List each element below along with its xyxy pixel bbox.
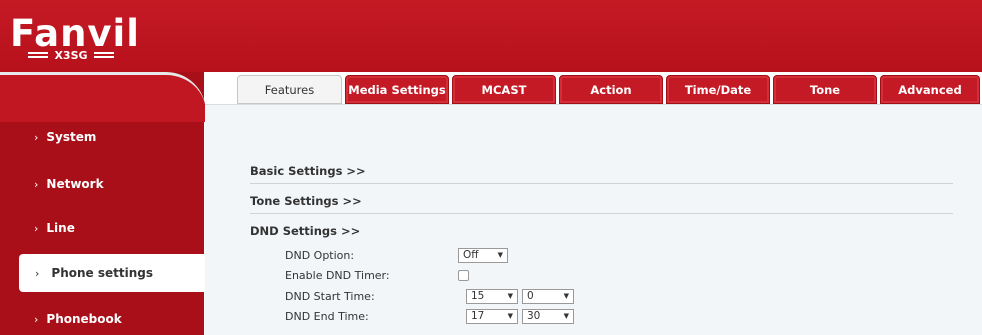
dnd-end-minute-value: 30	[527, 310, 541, 322]
dropdown-arrow-icon: ▼	[563, 312, 569, 320]
dnd-start-hour-value: 15	[471, 290, 485, 302]
chevron-right-icon: ›	[34, 221, 39, 235]
chevron-right-icon: ›	[34, 312, 39, 326]
sidebar-item-network[interactable]: › Network	[0, 165, 204, 203]
dnd-end-row: DND End Time: 17 ▼ 30 ▼	[285, 307, 885, 325]
fanvil-logo: Fanvil X3SG	[10, 14, 139, 64]
dnd-option-row: DND Option: Off ▼	[285, 246, 885, 264]
model-label: X3SG	[54, 48, 88, 62]
dropdown-arrow-icon: ▼	[507, 312, 513, 320]
sidebar-item-phonebook[interactable]: › Phonebook	[0, 300, 204, 335]
tab-bar: Features Media Settings MCAST Action Tim…	[237, 75, 982, 104]
basic-settings-header[interactable]: Basic Settings >>	[250, 158, 953, 184]
chevron-right-icon: ›	[34, 177, 39, 191]
chevron-right-icon: ›	[35, 266, 40, 280]
dnd-start-hour-select[interactable]: 15 ▼	[466, 288, 518, 304]
tab-action[interactable]: Action	[559, 75, 663, 104]
dnd-option-label: DND Option:	[285, 248, 355, 262]
sidebar-item-phone-settings[interactable]: › Phone settings	[19, 254, 204, 292]
sidebar-item-label: Phone settings	[51, 266, 153, 280]
tab-media-settings[interactable]: Media Settings	[345, 75, 449, 104]
dnd-option-value: Off	[463, 249, 479, 261]
dropdown-arrow-icon: ▼	[563, 292, 569, 300]
sidebar-item-label: Network	[46, 177, 104, 191]
dnd-timer-row: Enable DND Timer:	[285, 266, 885, 284]
dnd-end-minute-select[interactable]: 30 ▼	[522, 308, 574, 324]
dnd-timer-label: Enable DND Timer:	[285, 268, 390, 282]
dnd-end-hour-value: 17	[471, 310, 485, 322]
tab-advanced[interactable]: Advanced	[880, 75, 980, 104]
dnd-start-row: DND Start Time: 15 ▼ 0 ▼	[285, 287, 885, 305]
sidebar-item-system[interactable]: › System	[0, 118, 204, 156]
chevron-right-icon: ›	[34, 130, 39, 144]
dnd-start-label: DND Start Time:	[285, 289, 375, 303]
tab-tone[interactable]: Tone	[773, 75, 877, 104]
header-bar: Fanvil X3SG	[0, 0, 982, 72]
sidebar-header	[0, 72, 206, 122]
logo-model: X3SG	[10, 48, 132, 62]
tone-settings-header[interactable]: Tone Settings >>	[250, 188, 953, 214]
dnd-end-hour-select[interactable]: 17 ▼	[466, 308, 518, 324]
sidebar-item-label: Line	[46, 221, 75, 235]
dropdown-arrow-icon: ▼	[507, 292, 513, 300]
main-content: Basic Settings >> Tone Settings >> DND S…	[205, 104, 982, 335]
sidebar-item-label: System	[46, 130, 97, 144]
tab-mcast[interactable]: MCAST	[452, 75, 556, 104]
dropdown-arrow-icon: ▼	[497, 251, 503, 259]
dnd-timer-checkbox[interactable]	[458, 269, 469, 281]
dnd-start-minute-select[interactable]: 0 ▼	[522, 288, 574, 304]
dnd-end-label: DND End Time:	[285, 309, 369, 323]
sidebar-item-line[interactable]: › Line	[0, 209, 204, 247]
dnd-settings-header[interactable]: DND Settings >>	[250, 218, 953, 244]
tab-time-date[interactable]: Time/Date	[666, 75, 770, 104]
sidebar-item-label: Phonebook	[46, 312, 122, 326]
tab-features[interactable]: Features	[237, 75, 342, 104]
dnd-start-minute-value: 0	[527, 290, 534, 302]
dnd-option-select[interactable]: Off ▼	[458, 247, 508, 263]
